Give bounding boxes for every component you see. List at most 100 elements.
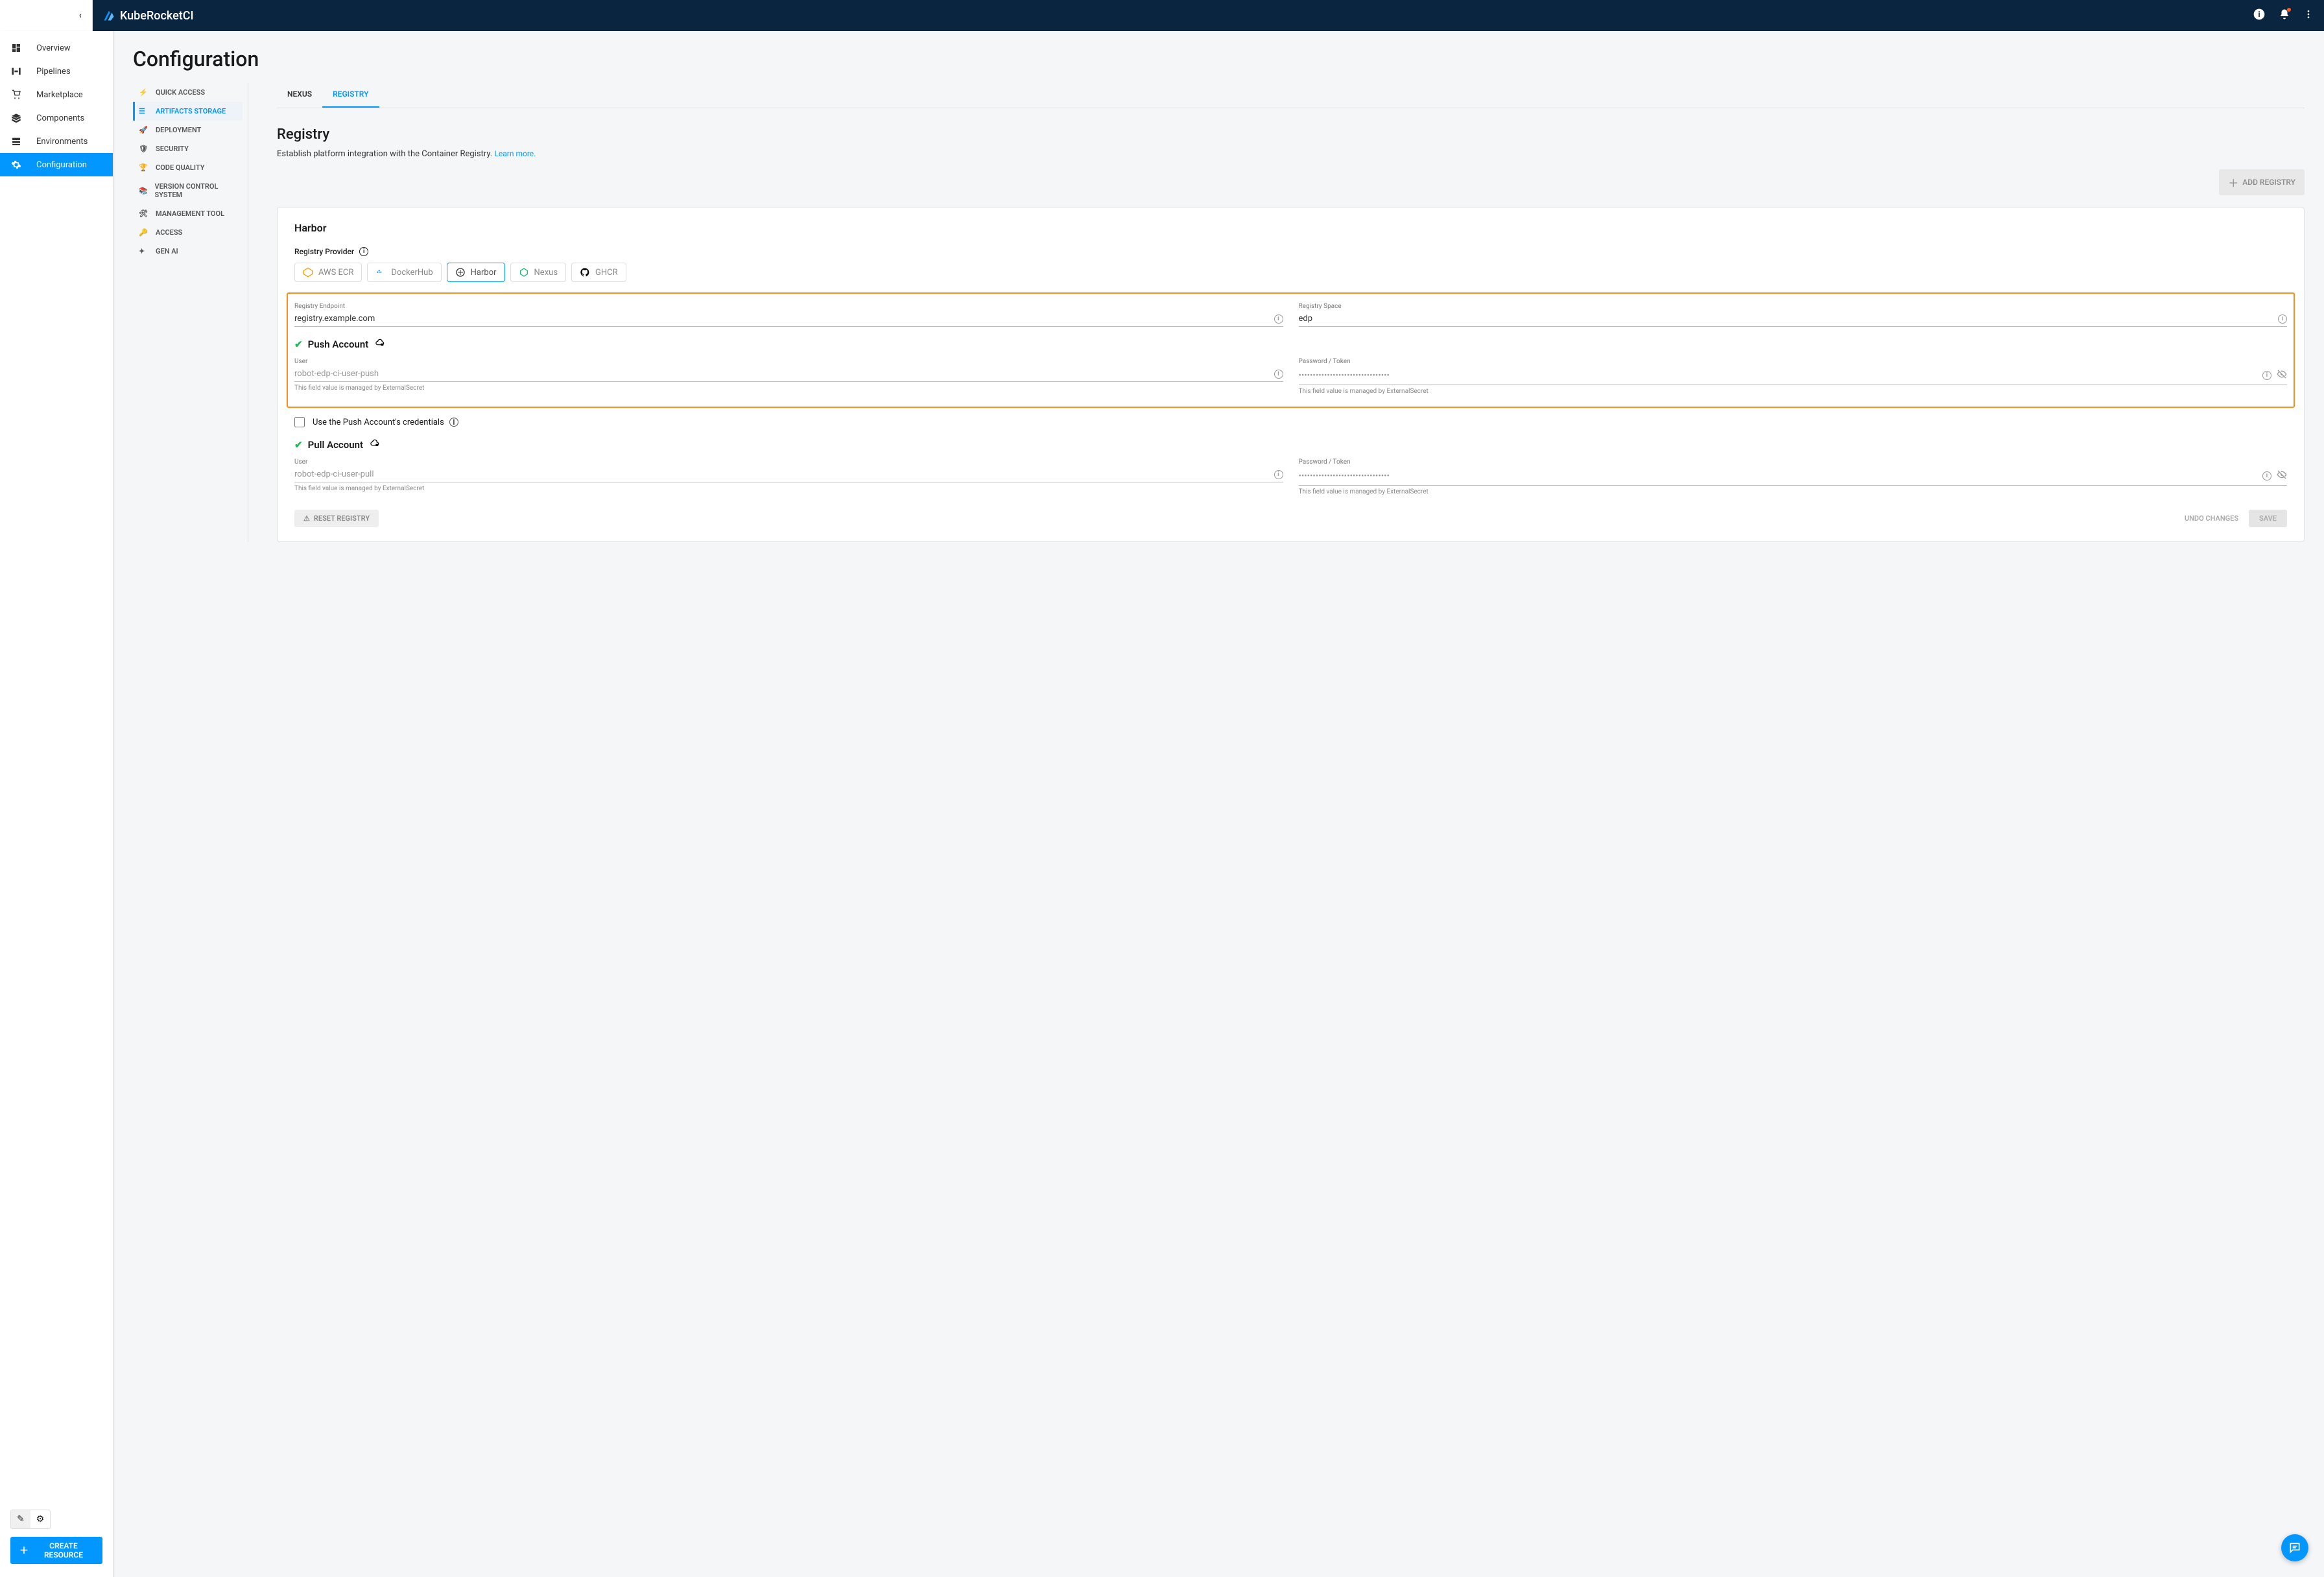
warning-icon: ⚠ xyxy=(303,514,310,523)
sidebar-item-marketplace[interactable]: Marketplace xyxy=(0,83,113,106)
card-title: Harbor xyxy=(294,222,2287,234)
tool-toggle[interactable]: ✎ ⚙ xyxy=(10,1510,51,1529)
push-user-label: User xyxy=(294,358,1283,365)
learn-more-link[interactable]: Learn more. xyxy=(494,149,536,158)
pull-password-label: Password / Token xyxy=(1299,458,2288,466)
sidebar-item-pipelines[interactable]: Pipelines xyxy=(0,60,113,83)
topbar: ‹ KubeRocketCI i xyxy=(0,0,2324,31)
info-icon[interactable]: i xyxy=(1274,314,1283,324)
config-nav-access[interactable]: 🔑ACCESS xyxy=(133,223,243,242)
check-icon: ✔ xyxy=(294,439,303,451)
pull-account-header: ✔ Pull Account xyxy=(294,439,2287,451)
push-user-helper: This field value is managed by ExternalS… xyxy=(294,385,1283,392)
config-nav-vcs[interactable]: 📚VERSION CONTROL SYSTEM xyxy=(133,177,243,204)
config-nav: ⚡QUICK ACCESS ☰ARTIFACTS STORAGE 🚀DEPLOY… xyxy=(133,83,248,542)
use-push-credentials-checkbox[interactable] xyxy=(294,417,305,427)
sidebar-item-overview[interactable]: Overview xyxy=(0,36,113,60)
key-icon: 🔑 xyxy=(139,228,149,237)
rocket-icon: 🚀 xyxy=(139,126,149,134)
stack-icon xyxy=(10,136,22,147)
info-icon[interactable]: i xyxy=(2278,314,2287,324)
provider-aws-ecr[interactable]: AWS ECR xyxy=(294,263,362,282)
tab-nexus[interactable]: NEXUS xyxy=(277,83,322,108)
notifications-icon[interactable] xyxy=(2279,8,2290,23)
config-nav-quick-access[interactable]: ⚡QUICK ACCESS xyxy=(133,83,243,102)
notification-dot xyxy=(2287,8,2291,12)
eye-off-icon[interactable] xyxy=(2277,369,2287,382)
cart-icon xyxy=(10,89,22,101)
sidebar-label: Overview xyxy=(36,43,71,53)
pull-password-helper: This field value is managed by ExternalS… xyxy=(1299,488,2288,495)
vcs-icon: 📚 xyxy=(139,187,148,195)
provider-label: Registry Provider i xyxy=(294,247,2287,256)
create-resource-button[interactable]: ＋ CREATE RESOURCE xyxy=(10,1537,102,1564)
plus-icon: ＋ xyxy=(2228,174,2238,190)
sidebar-label: Environments xyxy=(36,137,88,147)
page-title: Configuration xyxy=(133,47,2305,71)
chat-fab[interactable] xyxy=(2281,1534,2308,1561)
provider-nexus[interactable]: Nexus xyxy=(510,263,567,282)
push-password-helper: This field value is managed by ExternalS… xyxy=(1299,388,2288,395)
cloud-lock-icon xyxy=(370,439,380,451)
endpoint-input[interactable] xyxy=(294,314,1269,324)
checkbox-label: Use the Push Account's credentials xyxy=(313,418,444,427)
info-icon[interactable]: i xyxy=(1274,370,1283,379)
config-nav-deployment[interactable]: 🚀DEPLOYMENT xyxy=(133,121,243,139)
sidebar-header: ‹ xyxy=(0,0,93,31)
push-account-header: ✔ Push Account xyxy=(294,338,2287,350)
config-nav-code-quality[interactable]: 🏆CODE QUALITY xyxy=(133,158,243,177)
brand: KubeRocketCI xyxy=(103,9,194,23)
space-label: Registry Space xyxy=(1299,303,2288,310)
provider-ghcr[interactable]: GHCR xyxy=(571,263,626,282)
eye-off-icon[interactable] xyxy=(2277,469,2287,482)
sidebar-label: Pipelines xyxy=(36,67,71,77)
settings-icon[interactable]: ⚙ xyxy=(30,1510,50,1528)
pencil-icon[interactable]: ✎ xyxy=(11,1510,30,1528)
reset-registry-button: ⚠ RESET REGISTRY xyxy=(294,510,379,527)
info-icon[interactable]: i xyxy=(2253,8,2266,23)
info-icon[interactable]: i xyxy=(1274,470,1283,479)
config-nav-security[interactable]: 🛡SECURITY xyxy=(133,139,243,158)
ai-icon: ✦ xyxy=(139,247,149,255)
tools-icon: 🛠 xyxy=(139,209,149,218)
config-nav-artifacts-storage[interactable]: ☰ARTIFACTS STORAGE xyxy=(133,102,243,121)
dashboard-icon xyxy=(10,42,22,54)
docker-icon xyxy=(375,267,386,278)
gear-icon xyxy=(10,159,22,171)
sidebar-item-environments[interactable]: Environments xyxy=(0,130,113,153)
svg-text:i: i xyxy=(2258,10,2260,19)
endpoint-label: Registry Endpoint xyxy=(294,303,1283,310)
highlighted-fields: Registry Endpoint i Registry Space xyxy=(287,292,2295,408)
push-password-input[interactable] xyxy=(1299,371,2258,381)
collapse-sidebar-icon[interactable]: ‹ xyxy=(79,10,82,21)
section-title: Registry xyxy=(277,126,2305,143)
sidebar-item-components[interactable]: Components xyxy=(0,106,113,130)
info-icon[interactable]: i xyxy=(359,247,368,256)
registry-card: Harbor Registry Provider i AWS ECR Docke… xyxy=(277,207,2305,542)
config-nav-management-tool[interactable]: 🛠MANAGEMENT TOOL xyxy=(133,204,243,223)
space-input[interactable] xyxy=(1299,314,2273,324)
add-registry-button: ＋ ADD REGISTRY xyxy=(2219,169,2305,195)
provider-dockerhub[interactable]: DockerHub xyxy=(367,263,441,282)
info-icon[interactable]: i xyxy=(2262,371,2271,380)
sidebar-item-configuration[interactable]: Configuration xyxy=(0,153,113,176)
github-icon xyxy=(580,267,590,278)
shield-icon: 🛡 xyxy=(139,145,149,153)
push-user-input[interactable] xyxy=(294,369,1269,379)
chat-icon xyxy=(2288,1541,2301,1554)
more-icon[interactable] xyxy=(2303,9,2314,22)
tab-registry[interactable]: REGISTRY xyxy=(322,83,379,108)
info-icon[interactable]: i xyxy=(449,418,458,427)
section-description: Establish platform integration with the … xyxy=(277,149,2305,159)
logo-icon xyxy=(103,10,115,21)
provider-harbor[interactable]: Harbor xyxy=(447,263,505,282)
undo-changes-button: UNDO CHANGES xyxy=(2185,514,2238,523)
bolt-icon: ⚡ xyxy=(139,88,149,97)
config-nav-gen-ai[interactable]: ✦GEN AI xyxy=(133,242,243,261)
create-resource-label: CREATE RESOURCE xyxy=(34,1541,93,1559)
pull-user-helper: This field value is managed by ExternalS… xyxy=(294,485,1283,492)
info-icon[interactable]: i xyxy=(2262,471,2271,480)
pull-password-input[interactable] xyxy=(1299,471,2258,481)
pull-user-input[interactable] xyxy=(294,469,1269,479)
pipelines-icon xyxy=(10,65,22,77)
